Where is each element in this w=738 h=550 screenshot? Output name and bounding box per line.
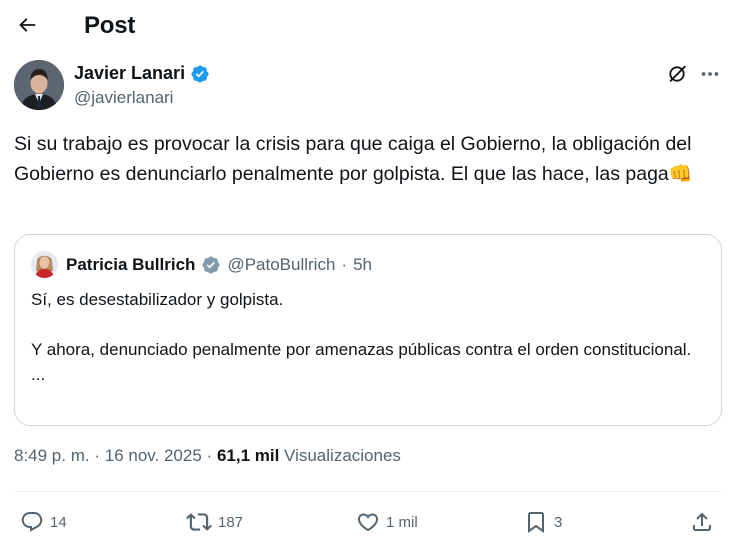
bookmark-icon [528,512,544,533]
post-author: Javier Lanari @javierlanari [14,60,724,112]
page-title: Post [84,12,136,39]
like-icon [357,513,379,532]
back-button[interactable] [10,8,44,42]
reply-count: 14 [50,513,67,531]
back-arrow-icon [19,18,36,32]
quote-line: Sí, es desestabilizador y golpista. [31,290,284,309]
quoted-post[interactable]: Patricia Bullrich @PatoBullrich · 5h Sí,… [14,234,722,426]
views-count: 61,1 mil [216,446,280,465]
meta-separator: · [94,446,101,465]
grok-icon [669,65,686,82]
quote-separator: · [341,254,348,274]
quote-avatar [31,251,58,278]
meta-separator: · [206,446,213,465]
quote-time: 5h [353,254,372,274]
repost-icon [186,513,212,531]
quote-line: Y ahora, denunciado penalmente por amena… [31,340,692,359]
action-bar: 14 187 1 mil 3 [14,504,722,540]
avatar[interactable] [14,60,64,110]
grok-button[interactable] [664,61,690,87]
quote-author-handle: @PatoBullrich [227,254,336,274]
author-name[interactable]: Javier Lanari [74,63,185,84]
like-count: 1 mil [386,513,418,531]
quote-body: Sí, es desestabilizador y golpista. Y ah… [31,287,701,387]
more-icon [701,72,719,76]
author-handle[interactable]: @javierlanari [74,88,173,108]
quote-ellipsis: ... [31,365,46,384]
share-icon [693,512,711,531]
views-label: Visualizaciones [284,446,401,465]
like-button[interactable]: 1 mil [356,504,418,540]
post-date[interactable]: 16 nov. 2025 [105,446,202,465]
post-body: Si su trabajo es provocar la crisis para… [14,133,692,185]
bookmark-count: 3 [554,513,563,531]
bookmark-button[interactable]: 3 [524,504,562,540]
reply-icon [21,512,43,532]
share-button[interactable] [690,504,714,540]
reply-button[interactable]: 14 [20,504,67,540]
verified-badge-icon [191,64,209,83]
more-options-button[interactable] [696,61,724,87]
post-time[interactable]: 8:49 p. m. [14,446,90,465]
divider [14,491,722,492]
post-meta: 8:49 p. m. · 16 nov. 2025 · 61,1 mil Vis… [14,446,401,466]
repost-count: 187 [218,513,244,531]
fist-emoji: 👊 [668,163,693,185]
verified-badge-icon [202,255,220,274]
top-bar: Post [0,0,738,53]
quote-author-name: Patricia Bullrich [66,254,196,274]
post-text: Si su trabajo es provocar la crisis para… [14,130,726,189]
repost-button[interactable]: 187 [186,504,243,540]
